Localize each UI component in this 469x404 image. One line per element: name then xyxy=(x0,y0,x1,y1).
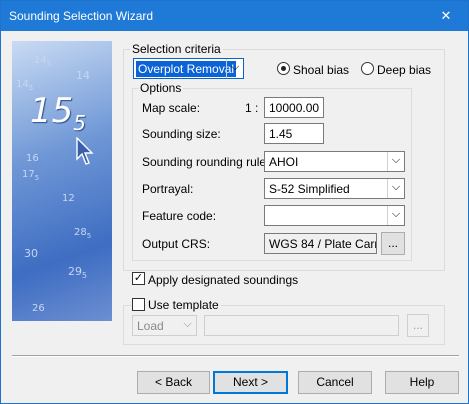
map-scale-input[interactable]: 10000.00 xyxy=(264,97,324,118)
sounding-label: 295 xyxy=(68,265,87,281)
back-button[interactable]: < Back xyxy=(137,371,210,394)
shoal-bias-radio[interactable] xyxy=(277,62,290,75)
chevron-down-icon[interactable]: ⌵ xyxy=(387,179,404,198)
deep-bias-radio[interactable] xyxy=(361,62,374,75)
next-button[interactable]: Next > xyxy=(213,371,288,394)
sounding-size-label: Sounding size: xyxy=(142,127,221,141)
sounding-label: 14 xyxy=(76,69,90,82)
rounding-rule-value: AHOI xyxy=(269,155,299,169)
map-scale-prefix: 1 : xyxy=(245,101,259,115)
rounding-rule-label: Sounding rounding rule: xyxy=(142,155,270,169)
selection-method-select[interactable]: Overplot Removal ⌵ xyxy=(133,58,244,79)
output-crs-label: Output CRS: xyxy=(142,237,211,251)
sounding-size-input[interactable]: 1.45 xyxy=(264,123,324,144)
output-crs-browse-button[interactable]: ... xyxy=(381,232,405,255)
chevron-down-icon[interactable]: ⌵ xyxy=(179,316,196,335)
radio-selected-dot xyxy=(281,66,286,71)
sounding-label: 16 xyxy=(26,153,39,164)
template-browse-button[interactable]: ... xyxy=(407,314,429,337)
deep-bias-label[interactable]: Deep bias xyxy=(377,63,431,77)
close-button[interactable]: ✕ xyxy=(424,1,468,31)
selection-criteria-legend: Selection criteria xyxy=(130,42,223,56)
apply-designated-label[interactable]: Apply designated soundings xyxy=(148,273,298,287)
sounding-label: 26 xyxy=(32,303,45,314)
portrayal-value: S-52 Simplified xyxy=(269,182,350,196)
cursor-arrow-icon xyxy=(76,137,94,165)
sounding-label: 175 xyxy=(22,169,40,182)
sounding-label: 285 xyxy=(74,227,92,240)
help-button[interactable]: Help xyxy=(385,371,459,394)
wizard-side-image: 145 14 145 16 175 12 285 30 295 26 155 xyxy=(12,41,112,321)
sounding-label: 30 xyxy=(24,247,38,260)
selection-method-value: Overplot Removal xyxy=(136,61,237,77)
chevron-down-icon[interactable]: ⌵ xyxy=(387,206,404,225)
template-action-value: Load xyxy=(137,319,164,333)
footer-separator xyxy=(12,355,459,357)
title-bar: Sounding Selection Wizard ✕ xyxy=(1,1,468,31)
template-action-select[interactable]: Load ⌵ xyxy=(132,315,197,336)
cancel-button[interactable]: Cancel xyxy=(298,371,372,394)
map-scale-label: Map scale: xyxy=(142,101,201,115)
portrayal-label: Portrayal: xyxy=(142,182,194,196)
feature-code-label: Feature code: xyxy=(142,209,217,223)
use-template-label[interactable]: Use template xyxy=(146,298,221,312)
chevron-down-icon[interactable]: ⌵ xyxy=(387,152,404,171)
wizard-window: Sounding Selection Wizard ✕ 145 14 145 1… xyxy=(0,0,469,404)
featured-sounding: 155 xyxy=(30,91,86,135)
sounding-label: 145 xyxy=(34,55,52,68)
rounding-rule-select[interactable]: AHOI ⌵ xyxy=(264,151,405,172)
chevron-down-icon[interactable]: ⌵ xyxy=(226,59,243,78)
feature-code-select[interactable]: ⌵ xyxy=(264,205,405,226)
apply-designated-checkbox[interactable]: ✓ xyxy=(132,272,145,285)
checkmark-icon: ✓ xyxy=(133,272,144,284)
portrayal-select[interactable]: S-52 Simplified ⌵ xyxy=(264,178,405,199)
template-path-input[interactable] xyxy=(204,315,399,336)
use-template-checkbox[interactable] xyxy=(132,298,145,311)
sounding-label: 12 xyxy=(62,193,75,204)
shoal-bias-label[interactable]: Shoal bias xyxy=(293,63,349,77)
window-title: Sounding Selection Wizard xyxy=(9,9,154,23)
output-crs-field[interactable]: WGS 84 / Plate Carree xyxy=(264,233,377,254)
options-legend: Options xyxy=(138,81,184,95)
